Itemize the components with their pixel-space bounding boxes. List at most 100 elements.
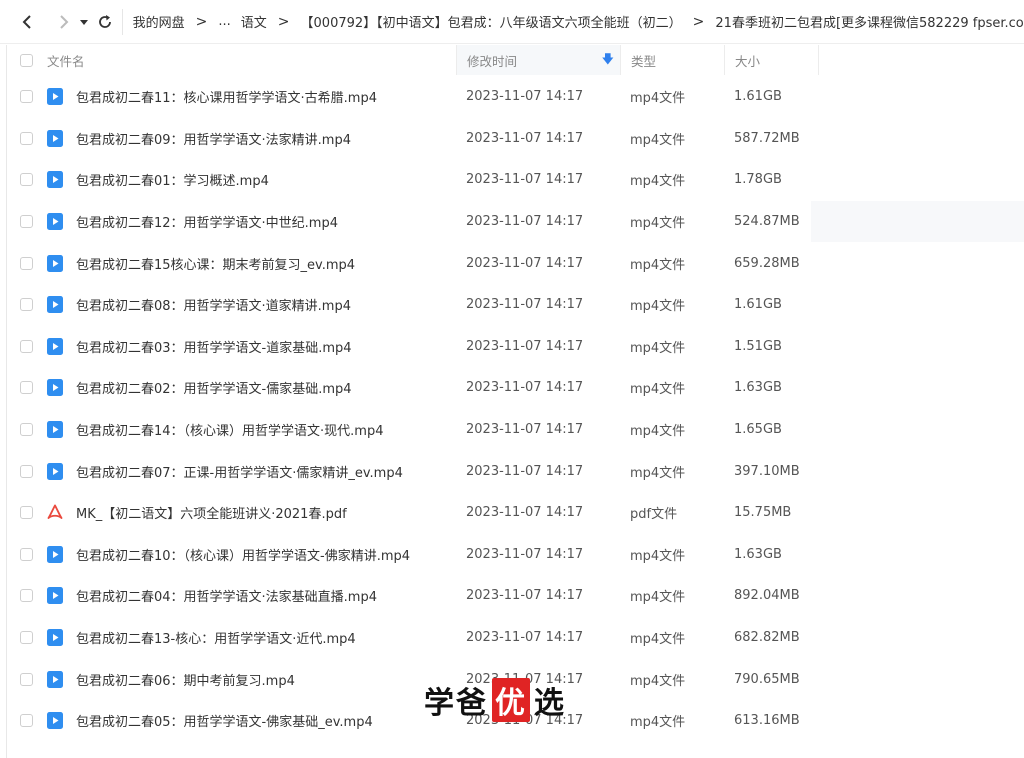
file-type: mp4文件 — [630, 673, 686, 689]
table-row[interactable]: 包君成初二春08：用哲学学语文·道家精讲.mp4 2023-11-07 14:17… — [7, 284, 1024, 326]
file-name[interactable]: 包君成初二春06：期中考前复习.mp4 — [76, 670, 295, 689]
file-name[interactable]: 包君成初二春02：用哲学学语文-儒家基础.mp4 — [76, 378, 352, 397]
breadcrumb-separator-icon: > — [195, 13, 208, 30]
file-name-cell[interactable]: 包君成初二春07：正课-用哲学学语文·儒家精讲_ev.mp4 — [7, 462, 456, 481]
row-checkbox[interactable] — [20, 256, 33, 270]
video-file-icon — [47, 337, 76, 355]
watermark-text: 学爸 — [424, 686, 488, 721]
table-row[interactable]: 包君成初二春11：核心课用哲学学语文·古希腊.mp4 2023-11-07 14:… — [7, 76, 1024, 118]
table-row[interactable]: 包君成初二春10：（核心课）用哲学学语文-佛家精讲.mp4 2023-11-07 … — [7, 534, 1024, 576]
row-checkbox[interactable] — [20, 298, 33, 312]
file-name[interactable]: 包君成初二春15核心课：期末考前复习_ev.mp4 — [76, 254, 355, 273]
row-checkbox[interactable] — [20, 215, 33, 229]
breadcrumb-separator-icon: > — [692, 13, 705, 30]
table-row[interactable]: 包君成初二春13-核心：用哲学学语文·近代.mp4 2023-11-07 14:1… — [7, 617, 1024, 659]
file-type: mp4文件 — [630, 590, 686, 606]
file-list-header: 文件名 修改时间 🡇 类型 大小 — [7, 45, 1024, 75]
file-name-cell[interactable]: 包君成初二春15核心课：期末考前复习_ev.mp4 — [7, 254, 456, 273]
table-row[interactable]: 包君成初二春09：用哲学学语文·法家精讲.mp4 2023-11-07 14:17… — [7, 118, 1024, 160]
column-type[interactable]: 类型 — [620, 45, 724, 75]
modified-time: 2023-11-07 14:17 — [466, 297, 584, 313]
arrow-down-icon[interactable]: 🡇 — [602, 50, 614, 71]
table-row[interactable]: 包君成初二春03：用哲学学语文-道家基础.mp4 2023-11-07 14:17… — [7, 326, 1024, 368]
column-name[interactable]: 文件名 — [7, 45, 456, 75]
file-name-cell[interactable]: 包君成初二春10：（核心课）用哲学学语文-佛家精讲.mp4 — [7, 545, 456, 564]
file-type: mp4文件 — [630, 91, 686, 107]
table-row[interactable]: 包君成初二春12：用哲学学语文·中世纪.mp4 2023-11-07 14:17 m… — [7, 200, 1024, 243]
video-file-icon — [47, 296, 76, 314]
file-name-cell[interactable]: 包君成初二春06：期中考前复习.mp4 — [7, 670, 456, 689]
table-row[interactable]: 包君成初二春04：用哲学学语文·法家基础直播.mp4 2023-11-07 14:… — [7, 575, 1024, 617]
column-modified-time[interactable]: 修改时间 🡇 — [456, 45, 620, 75]
row-checkbox[interactable] — [20, 589, 33, 603]
file-name-cell[interactable]: 包君成初二春09：用哲学学语文·法家精讲.mp4 — [7, 129, 456, 148]
file-name[interactable]: 包君成初二春01：学习概述.mp4 — [76, 170, 269, 189]
video-file-icon — [47, 129, 76, 147]
row-checkbox[interactable] — [20, 423, 33, 437]
column-size[interactable]: 大小 — [724, 45, 818, 75]
file-size: 1.63GB — [734, 546, 782, 562]
row-checkbox[interactable] — [20, 672, 33, 686]
table-row[interactable]: 包君成初二春07：正课-用哲学学语文·儒家精讲_ev.mp4 2023-11-07… — [7, 450, 1024, 492]
file-name-cell[interactable]: 包君成初二春11：核心课用哲学学语文·古希腊.mp4 — [7, 87, 456, 106]
file-name[interactable]: 包君成初二春09：用哲学学语文·法家精讲.mp4 — [76, 129, 351, 148]
file-name[interactable]: 包君成初二春07：正课-用哲学学语文·儒家精讲_ev.mp4 — [76, 462, 403, 481]
nav-separator — [121, 8, 123, 35]
row-checkbox[interactable] — [20, 464, 33, 478]
file-name[interactable]: 包君成初二春12：用哲学学语文·中世纪.mp4 — [76, 212, 338, 231]
row-checkbox[interactable] — [20, 90, 33, 104]
file-name-cell[interactable]: 包君成初二春01：学习概述.mp4 — [7, 170, 456, 189]
file-type: mp4文件 — [630, 632, 686, 648]
caret-down-icon[interactable] — [74, 11, 95, 33]
table-row[interactable]: 包君成初二春15核心课：期末考前复习_ev.mp4 2023-11-07 14:1… — [7, 242, 1024, 284]
row-checkbox[interactable] — [20, 381, 33, 395]
file-name[interactable]: 包君成初二春10：（核心课）用哲学学语文-佛家精讲.mp4 — [76, 545, 410, 564]
file-name-cell[interactable]: 包君成初二春13-核心：用哲学学语文·近代.mp4 — [7, 628, 456, 647]
file-name-cell[interactable]: 包君成初二春05：用哲学学语文-佛家基础_ev.mp4 — [7, 711, 456, 730]
file-name[interactable]: 包君成初二春11：核心课用哲学学语文·古希腊.mp4 — [76, 87, 377, 106]
modified-time: 2023-11-07 14:17 — [466, 172, 584, 188]
row-checkbox[interactable] — [20, 506, 33, 520]
file-name-cell[interactable]: 包君成初二春12：用哲学学语文·中世纪.mp4 — [7, 212, 456, 231]
table-row[interactable]: 包君成初二春14：（核心课）用哲学学语文·现代.mp4 2023-11-07 14… — [7, 409, 1024, 451]
file-name-cell[interactable]: 包君成初二春08：用哲学学语文·道家精讲.mp4 — [7, 295, 456, 314]
file-name[interactable]: MK_【初二语文】六项全能班讲义·2021春.pdf — [76, 503, 347, 522]
table-row[interactable]: 包君成初二春02：用哲学学语文-儒家基础.mp4 2023-11-07 14:17… — [7, 367, 1024, 409]
breadcrumb-root[interactable]: 我的网盘 — [131, 12, 187, 31]
file-size: 1.65GB — [734, 422, 782, 438]
chevron-left-icon[interactable] — [17, 11, 38, 33]
file-name[interactable]: 包君成初二春08：用哲学学语文·道家精讲.mp4 — [76, 295, 351, 314]
file-name[interactable]: 包君成初二春05：用哲学学语文-佛家基础_ev.mp4 — [76, 711, 373, 730]
video-file-icon — [47, 421, 76, 439]
video-file-icon — [47, 587, 76, 605]
video-file-icon — [47, 629, 76, 647]
breadcrumb-current[interactable]: 21春季班初二包君成[更多课程微信582229 fpser.com] — [713, 12, 1024, 31]
chevron-right-icon[interactable] — [53, 11, 74, 33]
row-checkbox[interactable] — [20, 714, 33, 728]
breadcrumb-item[interactable]: 语文 — [239, 12, 269, 31]
row-checkbox[interactable] — [20, 547, 33, 561]
table-row[interactable]: MK_【初二语文】六项全能班讲义·2021春.pdf 2023-11-07 14:… — [7, 492, 1024, 534]
row-checkbox[interactable] — [20, 131, 33, 145]
file-name[interactable]: 包君成初二春03：用哲学学语文-道家基础.mp4 — [76, 337, 352, 356]
file-name-cell[interactable]: MK_【初二语文】六项全能班讲义·2021春.pdf — [7, 503, 456, 522]
refresh-icon[interactable] — [95, 11, 116, 33]
file-name[interactable]: 包君成初二春14：（核心课）用哲学学语文·现代.mp4 — [76, 420, 384, 439]
file-name-cell[interactable]: 包君成初二春02：用哲学学语文-儒家基础.mp4 — [7, 378, 456, 397]
file-name-cell[interactable]: 包君成初二春03：用哲学学语文-道家基础.mp4 — [7, 337, 456, 356]
breadcrumb-ellipsis[interactable]: ... — [216, 14, 232, 29]
row-checkbox[interactable] — [20, 339, 33, 353]
breadcrumb-item[interactable]: 【000792】【初中语文】包君成：八年级语文六项全能班（初二） — [299, 12, 684, 31]
modified-time: 2023-11-07 14:17 — [466, 380, 584, 396]
file-name-cell[interactable]: 包君成初二春04：用哲学学语文·法家基础直播.mp4 — [7, 586, 456, 605]
row-checkbox[interactable] — [20, 631, 33, 645]
video-file-icon — [47, 254, 76, 272]
select-all-checkbox[interactable] — [20, 53, 33, 67]
row-checkbox[interactable] — [20, 173, 33, 187]
column-filler — [818, 45, 1024, 75]
table-row[interactable]: 包君成初二春01：学习概述.mp4 2023-11-07 14:17 mp4文件 1.… — [7, 159, 1024, 201]
file-name[interactable]: 包君成初二春04：用哲学学语文·法家基础直播.mp4 — [76, 586, 377, 605]
file-name-cell[interactable]: 包君成初二春14：（核心课）用哲学学语文·现代.mp4 — [7, 420, 456, 439]
video-file-icon — [47, 545, 76, 563]
file-name[interactable]: 包君成初二春13-核心：用哲学学语文·近代.mp4 — [76, 628, 356, 647]
